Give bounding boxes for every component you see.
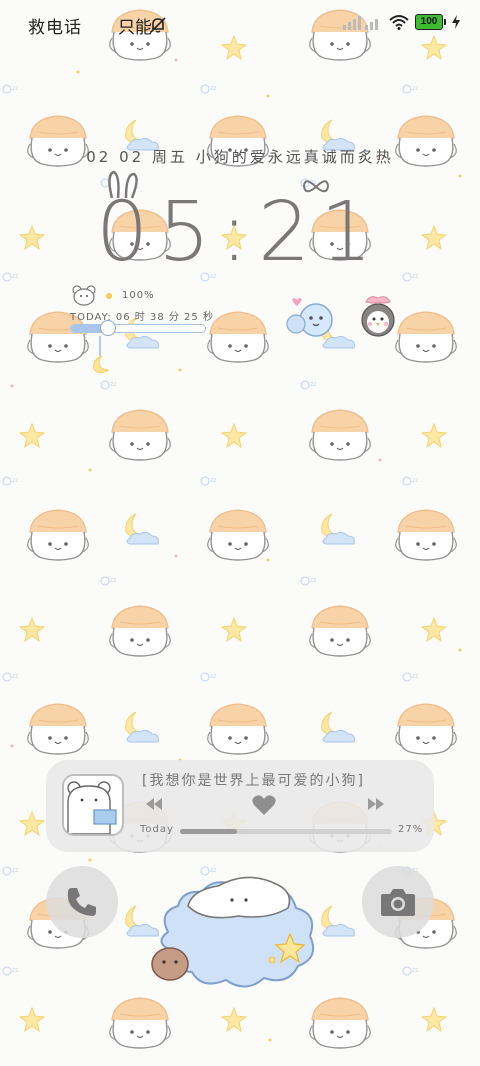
album-cover[interactable] xyxy=(62,774,124,836)
charging-icon xyxy=(452,15,460,29)
blue-creature-sticker xyxy=(286,298,333,337)
music-today-label: Today xyxy=(140,824,174,835)
song-title: [我想你是世界上最可爱的小狗] xyxy=(142,773,365,789)
widget-battery-percent: 100% xyxy=(122,290,155,301)
battery-level: 100 xyxy=(415,14,443,30)
camera-icon xyxy=(381,889,415,916)
clock-hours: 05 xyxy=(96,185,221,280)
signal-icon xyxy=(343,16,378,30)
next-icon[interactable] xyxy=(366,796,386,812)
bunny-ears-decoration xyxy=(108,170,138,199)
today-time: TODAY: 06 时 38 分 25 秒 xyxy=(70,312,214,323)
music-progress-bar[interactable] xyxy=(180,829,392,834)
battery-icon: 100 xyxy=(415,14,446,30)
phone-icon xyxy=(67,888,96,916)
bear-icon xyxy=(72,285,96,306)
carrier-label: 救电话 xyxy=(28,18,82,38)
clock: 05 : 21 xyxy=(96,170,383,280)
heart-icon[interactable] xyxy=(252,794,276,816)
music-progress-fill xyxy=(180,829,238,834)
bow-decoration xyxy=(302,180,330,193)
penguin-sticker xyxy=(361,296,395,337)
mute-bell-icon xyxy=(150,17,166,33)
music-percent: 27% xyxy=(398,824,424,835)
hanging-moon-icon xyxy=(93,336,110,374)
sun-icon xyxy=(106,293,112,299)
bear-reading-illustration xyxy=(67,781,117,834)
date-line: 02 02 周五 小狗的爱永远真诚而炙热 xyxy=(86,148,394,166)
wifi-icon xyxy=(389,15,409,30)
clock-separator: : xyxy=(220,185,258,280)
status-bar: 救电话 只能 100 xyxy=(0,0,480,50)
phone-shortcut-button[interactable] xyxy=(46,866,118,938)
network-mode-label: 只能 xyxy=(118,18,152,38)
previous-icon[interactable] xyxy=(144,796,164,812)
camera-shortcut-button[interactable] xyxy=(362,866,434,938)
day-progress-bar xyxy=(70,320,206,336)
sleeping-sheep-sticker xyxy=(151,876,314,988)
music-widget[interactable]: [我想你是世界上最可爱的小狗] Today 27% xyxy=(46,760,434,852)
clock-minutes: 21 xyxy=(257,185,383,280)
